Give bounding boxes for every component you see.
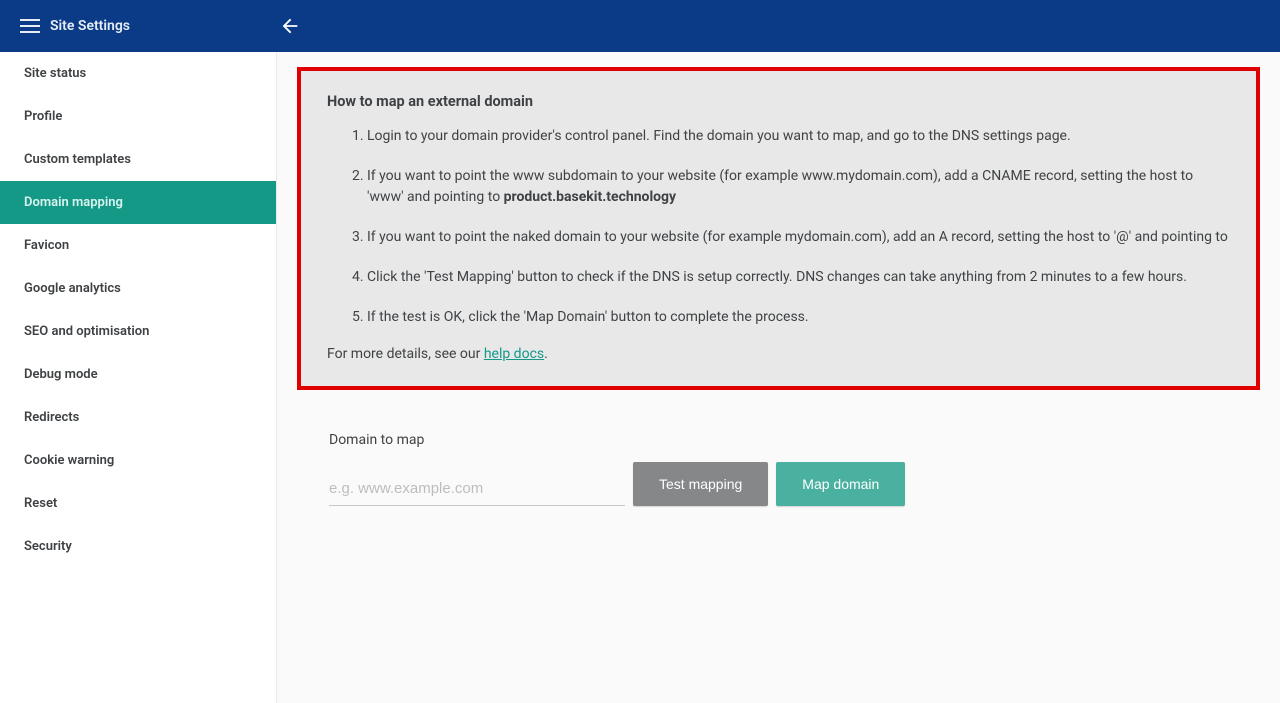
sidebar-item-label: Cookie warning xyxy=(24,453,114,468)
sidebar: Site status Profile Custom templates Dom… xyxy=(0,52,277,703)
info-step-2: If you want to point the www subdomain t… xyxy=(367,166,1230,207)
info-step-4: Click the 'Test Mapping' button to check… xyxy=(367,267,1230,287)
step-text: Click the 'Test Mapping' button to check… xyxy=(367,269,1187,285)
main-area: How to map an external domain Login to y… xyxy=(277,52,1280,703)
sidebar-item-profile[interactable]: Profile xyxy=(0,95,276,138)
sidebar-item-google-analytics[interactable]: Google analytics xyxy=(0,267,276,310)
step-text: If you want to point the naked domain to… xyxy=(367,229,1228,245)
step-text: If the test is OK, click the 'Map Domain… xyxy=(367,309,809,325)
help-docs-link[interactable]: help docs xyxy=(484,346,544,362)
domain-input[interactable] xyxy=(329,474,625,506)
sidebar-item-label: Custom templates xyxy=(24,152,131,167)
info-step-5: If the test is OK, click the 'Map Domain… xyxy=(367,307,1230,327)
sidebar-item-domain-mapping[interactable]: Domain mapping xyxy=(0,181,276,224)
sidebar-item-label: Site status xyxy=(24,66,86,81)
step-text: Login to your domain provider's control … xyxy=(367,128,1071,144)
sidebar-item-label: Redirects xyxy=(24,410,79,425)
sidebar-item-seo-and-optimisation[interactable]: SEO and optimisation xyxy=(0,310,276,353)
step-strong: product.basekit.technology xyxy=(504,189,676,205)
back-arrow-icon[interactable] xyxy=(272,8,308,44)
map-domain-button[interactable]: Map domain xyxy=(776,462,905,506)
info-more: For more details, see our help docs. xyxy=(327,346,1230,362)
sidebar-item-label: Favicon xyxy=(24,238,69,253)
info-step-3: If you want to point the naked domain to… xyxy=(367,227,1230,247)
sidebar-item-reset[interactable]: Reset xyxy=(0,482,276,525)
info-heading: How to map an external domain xyxy=(327,93,1230,110)
sidebar-item-label: Google analytics xyxy=(24,281,121,296)
sidebar-list: Site status Profile Custom templates Dom… xyxy=(0,52,276,568)
test-mapping-button[interactable]: Test mapping xyxy=(633,462,768,506)
sidebar-item-cookie-warning[interactable]: Cookie warning xyxy=(0,439,276,482)
info-card: How to map an external domain Login to y… xyxy=(297,67,1260,390)
sidebar-item-debug-mode[interactable]: Debug mode xyxy=(0,353,276,396)
sidebar-item-label: Reset xyxy=(24,496,57,511)
menu-icon[interactable] xyxy=(12,8,48,44)
sidebar-item-label: Profile xyxy=(24,109,62,124)
sidebar-item-label: Debug mode xyxy=(24,367,98,382)
sidebar-item-site-status[interactable]: Site status xyxy=(0,52,276,95)
sidebar-item-label: Domain mapping xyxy=(24,195,123,210)
sidebar-item-label: SEO and optimisation xyxy=(24,324,149,339)
more-prefix: For more details, see our xyxy=(327,346,484,362)
sidebar-item-custom-templates[interactable]: Custom templates xyxy=(0,138,276,181)
info-step-1: Login to your domain provider's control … xyxy=(367,126,1230,146)
info-steps: Login to your domain provider's control … xyxy=(327,126,1230,328)
page-title: Site Settings xyxy=(50,18,130,34)
sidebar-item-label: Security xyxy=(24,539,72,554)
domain-field-label: Domain to map xyxy=(329,432,1260,448)
domain-form: Domain to map Test mapping Map domain xyxy=(297,400,1260,586)
step-text: If you want to point the www subdomain t… xyxy=(367,168,1193,204)
sidebar-item-redirects[interactable]: Redirects xyxy=(0,396,276,439)
topbar: Site Settings xyxy=(0,0,1280,52)
form-row: Test mapping Map domain xyxy=(329,462,1260,506)
more-suffix: . xyxy=(544,346,548,362)
sidebar-item-security[interactable]: Security xyxy=(0,525,276,568)
sidebar-item-favicon[interactable]: Favicon xyxy=(0,224,276,267)
